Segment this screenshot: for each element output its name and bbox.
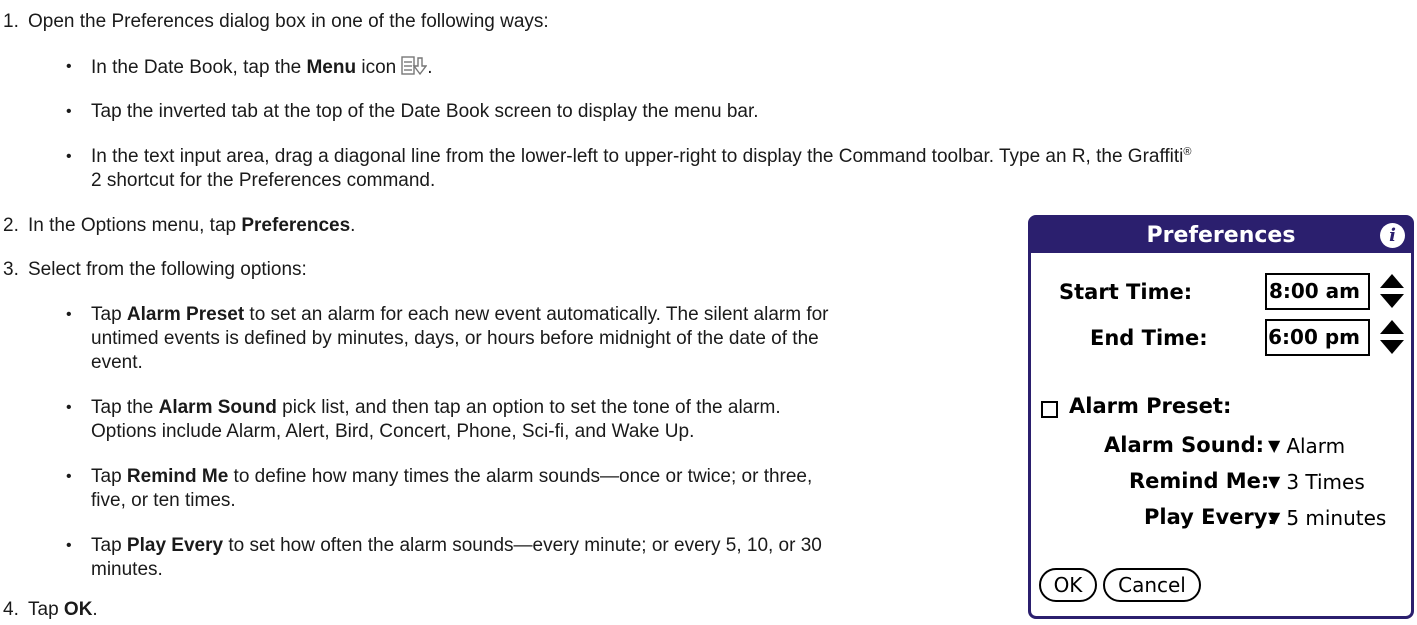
step-number: 4. [3, 599, 19, 620]
start-time-spinner-icon[interactable] [1379, 273, 1405, 309]
step-number: 3. [3, 259, 19, 280]
end-time-spinner-icon[interactable] [1379, 319, 1405, 355]
dialog-title-bar: Preferences i [1031, 218, 1411, 253]
bullet-text: Tap the inverted tab at the top of the D… [91, 101, 759, 122]
bullet-text: Tap Remind Me to define how many times t… [91, 466, 813, 487]
remind-me-value: 3 Times [1286, 470, 1365, 494]
triangle-down-icon: ▼ [1268, 508, 1281, 527]
step-text: Tap OK. [28, 599, 98, 620]
info-icon[interactable]: i [1380, 223, 1405, 248]
ok-button[interactable]: OK [1039, 568, 1097, 602]
bullet-text: In the text input area, drag a diagonal … [91, 146, 1192, 167]
dialog-title: Preferences [1146, 223, 1296, 248]
bullet-dot: • [66, 468, 72, 485]
remind-me-picker[interactable]: ▼ 3 Times [1268, 470, 1365, 494]
step-3-bullet-1-line-2: untimed events is defined by minutes, da… [91, 328, 819, 349]
step-text: Select from the following options: [28, 259, 307, 280]
play-every-picker[interactable]: ▼ 5 minutes [1268, 506, 1386, 530]
step-1-bullet-3-line-2: 2 shortcut for the Preferences command. [91, 170, 436, 191]
alarm-sound-picker[interactable]: ▼ Alarm [1268, 434, 1345, 458]
start-time-label: Start Time: [1059, 280, 1193, 304]
triangle-down-icon: ▼ [1268, 472, 1281, 491]
step-number: 2. [3, 215, 19, 236]
bullet-dot: • [66, 399, 72, 416]
step-3-bullet-3-line-2: five, or ten times. [91, 490, 236, 511]
bullet-dot: • [66, 103, 72, 120]
step-text: In the Options menu, tap Preferences. [28, 215, 356, 236]
step-text: Open the Preferences dialog box in one o… [28, 11, 549, 32]
bullet-dot: • [66, 58, 72, 75]
alarm-preset-checkbox[interactable] [1041, 401, 1058, 418]
step-number: 1. [3, 11, 19, 32]
play-every-label: Play Every: [1144, 505, 1276, 529]
triangle-down-icon: ▼ [1268, 436, 1281, 455]
step-3-bullet-4-line-2: minutes. [91, 559, 163, 580]
bullet-text: Tap Alarm Preset to set an alarm for eac… [91, 304, 829, 325]
step-3-bullet-2-line-2: Options include Alarm, Alert, Bird, Conc… [91, 421, 695, 442]
alarm-sound-label: Alarm Sound: [1104, 433, 1265, 457]
alarm-sound-value: Alarm [1286, 434, 1346, 458]
bullet-text: Tap Play Every to set how often the alar… [91, 535, 822, 556]
end-time-label: End Time: [1090, 326, 1208, 350]
menu-icon [401, 56, 428, 82]
start-time-field[interactable]: 8:00 am [1265, 273, 1370, 310]
remind-me-label: Remind Me: [1129, 469, 1270, 493]
bullet-text: Tap the Alarm Sound pick list, and then … [91, 397, 781, 418]
bullet-dot: • [66, 148, 72, 165]
play-every-value: 5 minutes [1286, 506, 1387, 530]
alarm-preset-label: Alarm Preset: [1069, 394, 1232, 418]
step-3-bullet-1-line-3: event. [91, 352, 143, 373]
cancel-button[interactable]: Cancel [1103, 568, 1201, 602]
preferences-dialog: Preferences i Start Time: 8:00 am End Ti… [1028, 215, 1414, 619]
bullet-text: In the Date Book, tap the Menu icon. [91, 56, 433, 82]
bullet-dot: • [66, 306, 72, 323]
bullet-dot: • [66, 537, 72, 554]
end-time-field[interactable]: 6:00 pm [1265, 319, 1370, 356]
